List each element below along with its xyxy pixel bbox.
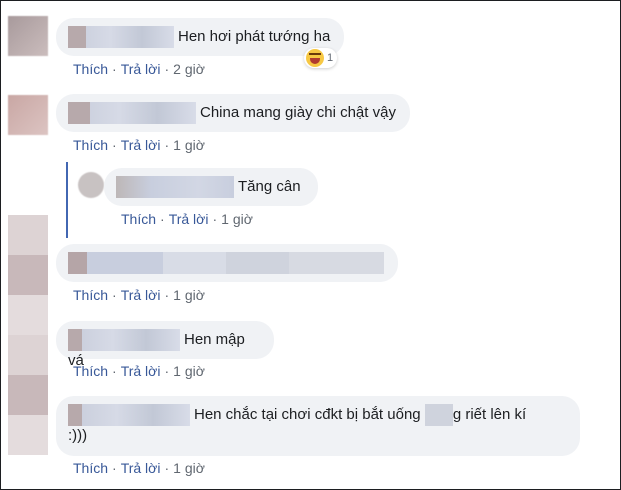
timestamp[interactable]: 1 giờ (173, 137, 205, 153)
comment-actions: Thích · Trả lời · 1 giờ (73, 460, 205, 476)
timestamp[interactable]: 1 giờ (173, 287, 205, 303)
comment-text-continued: g riết lên kí (452, 406, 527, 423)
avatar[interactable] (8, 16, 48, 56)
separator: · (112, 363, 117, 379)
separator: · (160, 211, 165, 227)
like-link[interactable]: Thích (73, 137, 108, 153)
like-link[interactable]: Thích (73, 363, 108, 379)
author-name[interactable] (68, 26, 174, 48)
separator: · (164, 137, 170, 153)
separator: · (164, 287, 170, 303)
author-name[interactable] (68, 102, 196, 124)
comment-bubble: Hen chắc tại chơi cđkt bị bắt uống g riế… (56, 396, 580, 456)
comment-actions: Thích · Trả lời · 1 giờ (121, 211, 253, 227)
reply-link[interactable]: Trả lời (121, 137, 161, 153)
reply-link[interactable]: Trả lời (169, 211, 209, 227)
avatar-strip (8, 215, 48, 455)
timestamp[interactable]: 1 giờ (173, 363, 205, 379)
separator: · (112, 61, 117, 77)
laughing-emoji-icon (306, 49, 324, 67)
timestamp[interactable]: 1 giờ (173, 460, 205, 476)
avatar[interactable] (8, 95, 48, 135)
like-link[interactable]: Thích (73, 287, 108, 303)
comment-actions: Thích · Trả lời · 1 giờ (73, 363, 205, 379)
comment-text-line2: :))) (68, 427, 88, 444)
reply-thread-line (66, 162, 68, 238)
separator: · (112, 137, 117, 153)
comment-bubble: Tăng cân (104, 168, 318, 206)
comment-actions: Thích · Trả lời · 1 giờ (73, 137, 205, 153)
reply-link[interactable]: Trả lời (121, 460, 161, 476)
separator: · (164, 61, 170, 77)
separator: · (212, 211, 218, 227)
author-name[interactable] (68, 329, 180, 351)
reply-link[interactable]: Trả lời (121, 287, 161, 303)
like-link[interactable]: Thích (73, 61, 108, 77)
reaction-count: 1 (327, 52, 334, 64)
comment-text: Hen chắc tại chơi cđkt bị bắt uống (194, 406, 421, 423)
blurred-word (424, 404, 453, 426)
comment-bubble: China mang giày chi chật vậy (56, 94, 410, 132)
comment-bubble: Hen hơi phát tướng ha (56, 18, 344, 56)
like-link[interactable]: Thích (121, 211, 156, 227)
like-link[interactable]: Thích (73, 460, 108, 476)
comment-bubble (56, 244, 398, 282)
timestamp[interactable]: 2 giờ (173, 61, 205, 77)
timestamp[interactable]: 1 giờ (221, 211, 253, 227)
comment-actions: Thích · Trả lời · 2 giờ (73, 61, 205, 77)
comment-actions: Thích · Trả lời · 1 giờ (73, 287, 205, 303)
reply-link[interactable]: Trả lời (121, 61, 161, 77)
comment-bubble: Hen mập vá (56, 321, 274, 369)
comment-text: Tăng cân (238, 178, 301, 195)
reaction-badge[interactable]: 1 (304, 48, 338, 68)
separator: · (164, 460, 170, 476)
author-name[interactable] (68, 252, 384, 274)
separator: · (164, 363, 170, 379)
avatar[interactable] (78, 172, 104, 198)
comment-text: Hen hơi phát tướng ha (178, 28, 331, 45)
reply-link[interactable]: Trả lời (121, 363, 161, 379)
author-name[interactable] (116, 176, 234, 198)
author-name[interactable] (68, 404, 190, 426)
separator: · (112, 287, 117, 303)
separator: · (112, 460, 117, 476)
comment-text: China mang giày chi chật vậy (200, 104, 396, 121)
